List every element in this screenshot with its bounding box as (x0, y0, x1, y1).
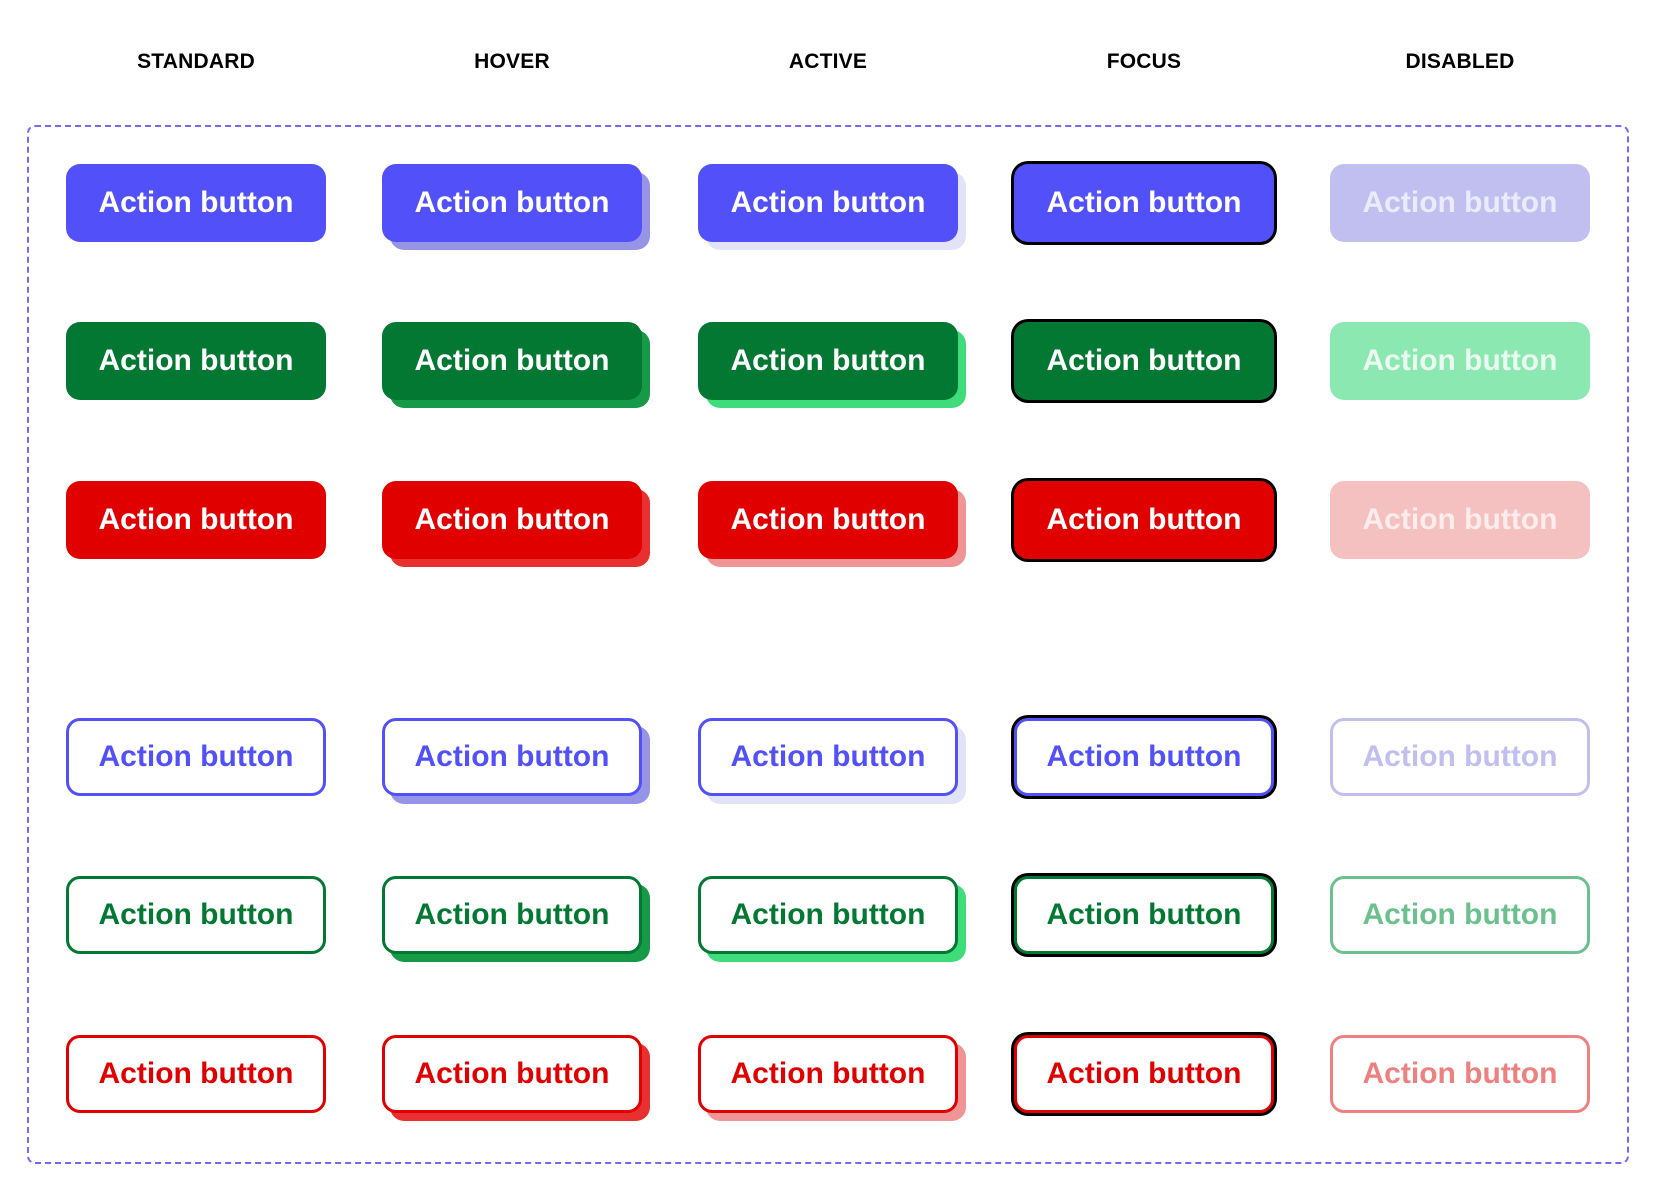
danger-outline-active-button[interactable]: Action button (698, 1035, 958, 1113)
header-standard: STANDARD (137, 50, 255, 73)
danger-outline-standard-button[interactable]: Action button (66, 1035, 326, 1113)
danger-filled-disabled-button: Action button (1330, 481, 1590, 559)
button-label: Action button (1362, 503, 1558, 536)
button-label: Action button (414, 898, 610, 931)
button-label: Action button (98, 503, 294, 536)
success-outline-hover-button[interactable]: Action button (382, 876, 642, 954)
button-label: Action button (730, 1057, 926, 1090)
button-label: Action button (98, 186, 294, 219)
header-hover: HOVER (474, 50, 550, 73)
primary-filled-active-button[interactable]: Action button (698, 164, 958, 242)
primary-outline-active-button[interactable]: Action button (698, 718, 958, 796)
button-label: Action button (98, 740, 294, 773)
button-label: Action button (730, 186, 926, 219)
primary-outline-hover-button[interactable]: Action button (382, 718, 642, 796)
button-label: Action button (414, 1057, 610, 1090)
button-label: Action button (1362, 898, 1558, 931)
button-label: Action button (1046, 503, 1242, 536)
button-label: Action button (730, 740, 926, 773)
danger-outline-focus-button[interactable]: Action button (1014, 1035, 1274, 1113)
primary-outline-disabled-button: Action button (1330, 718, 1590, 796)
button-label: Action button (1362, 740, 1558, 773)
button-label: Action button (1046, 186, 1242, 219)
button-label: Action button (414, 740, 610, 773)
button-label: Action button (1362, 186, 1558, 219)
success-outline-focus-button[interactable]: Action button (1014, 876, 1274, 954)
primary-filled-focus-button[interactable]: Action button (1014, 164, 1274, 242)
button-label: Action button (730, 503, 926, 536)
button-label: Action button (414, 344, 610, 377)
button-grid-frame (27, 125, 1629, 1164)
button-label: Action button (414, 186, 610, 219)
button-label: Action button (1362, 1057, 1558, 1090)
primary-filled-hover-button[interactable]: Action button (382, 164, 642, 242)
success-filled-standard-button[interactable]: Action button (66, 322, 326, 400)
danger-outline-hover-button[interactable]: Action button (382, 1035, 642, 1113)
success-outline-standard-button[interactable]: Action button (66, 876, 326, 954)
success-filled-active-button[interactable]: Action button (698, 322, 958, 400)
button-label: Action button (730, 344, 926, 377)
success-filled-disabled-button: Action button (1330, 322, 1590, 400)
header-focus: FOCUS (1106, 50, 1182, 73)
header-disabled: DISABLED (1405, 50, 1515, 73)
primary-outline-standard-button[interactable]: Action button (66, 718, 326, 796)
button-label: Action button (1046, 898, 1242, 931)
button-label: Action button (414, 503, 610, 536)
primary-filled-standard-button[interactable]: Action button (66, 164, 326, 242)
danger-filled-hover-button[interactable]: Action button (382, 481, 642, 559)
button-label: Action button (1046, 1057, 1242, 1090)
success-filled-focus-button[interactable]: Action button (1014, 322, 1274, 400)
button-label: Action button (98, 1057, 294, 1090)
danger-outline-disabled-button: Action button (1330, 1035, 1590, 1113)
success-filled-hover-button[interactable]: Action button (382, 322, 642, 400)
button-label: Action button (1046, 344, 1242, 377)
button-label: Action button (98, 898, 294, 931)
button-label: Action button (1046, 740, 1242, 773)
header-active: ACTIVE (788, 50, 868, 73)
danger-filled-active-button[interactable]: Action button (698, 481, 958, 559)
button-label: Action button (730, 898, 926, 931)
success-outline-disabled-button: Action button (1330, 876, 1590, 954)
danger-filled-focus-button[interactable]: Action button (1014, 481, 1274, 559)
primary-outline-focus-button[interactable]: Action button (1014, 718, 1274, 796)
success-outline-active-button[interactable]: Action button (698, 876, 958, 954)
primary-filled-disabled-button: Action button (1330, 164, 1590, 242)
danger-filled-standard-button[interactable]: Action button (66, 481, 326, 559)
button-label: Action button (1362, 344, 1558, 377)
button-label: Action button (98, 344, 294, 377)
